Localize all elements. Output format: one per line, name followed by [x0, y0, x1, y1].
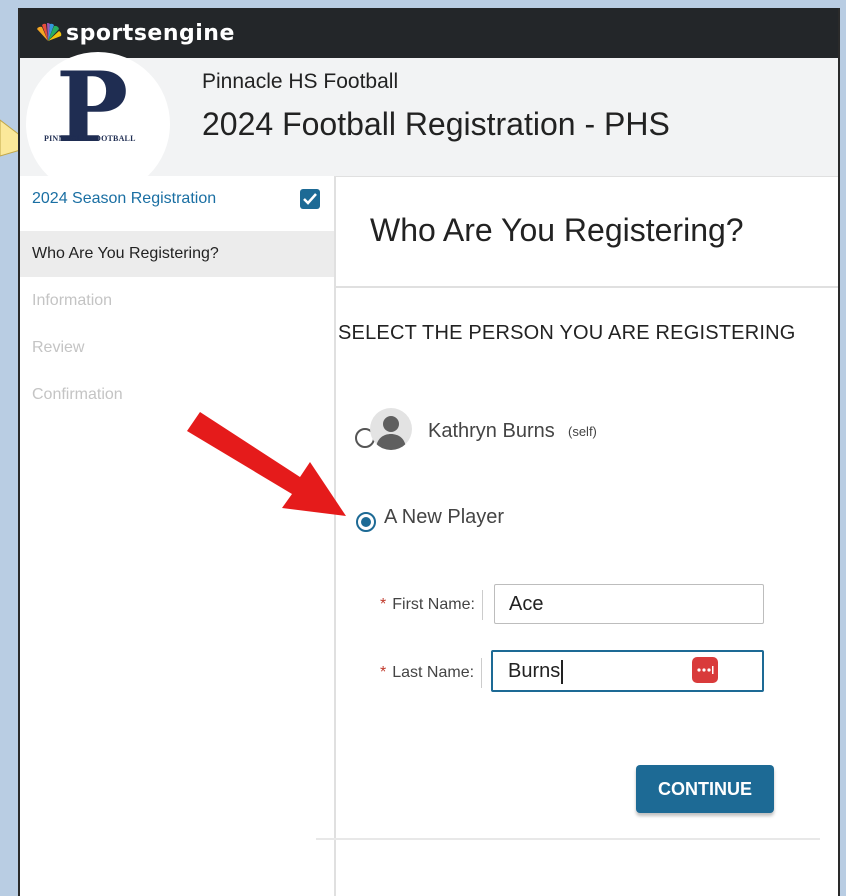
- annotation-arrow: [187, 412, 346, 516]
